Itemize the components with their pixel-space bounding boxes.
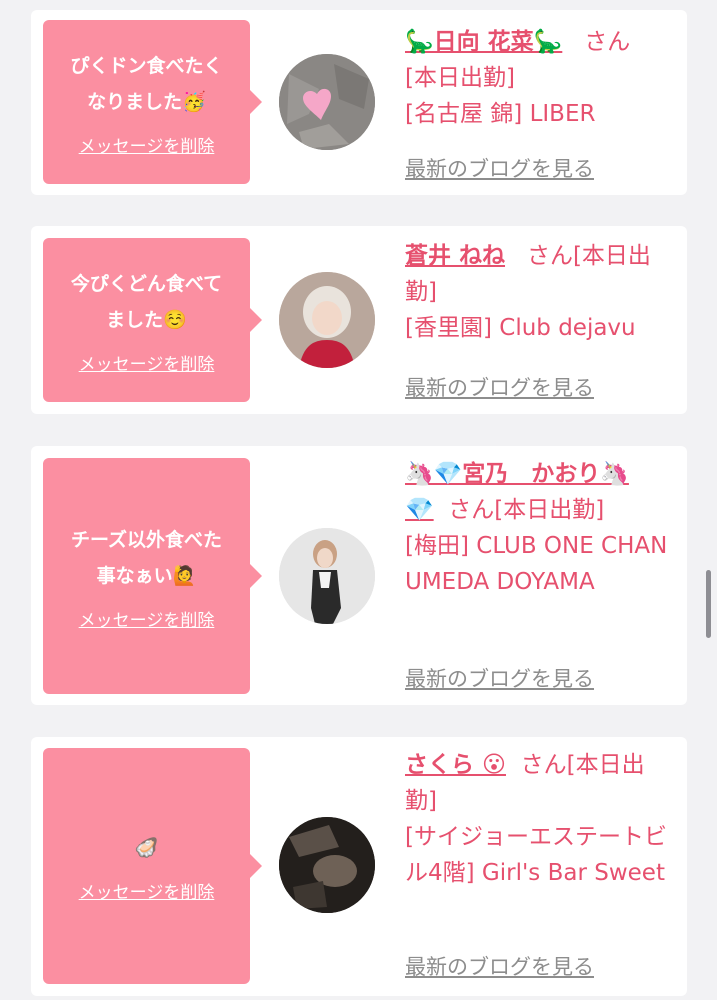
heart-icon bbox=[279, 54, 375, 150]
avatar[interactable] bbox=[279, 528, 375, 624]
view-blog-link[interactable]: 最新のブログを見る bbox=[405, 153, 594, 183]
photo-icon bbox=[279, 817, 375, 913]
delete-message-link[interactable]: メッセージを削除 bbox=[79, 606, 215, 631]
honorific: さん bbox=[526, 243, 573, 269]
cast-info: さくら 😮 さん[本日出勤] [サイジョーエステートビル4階] Girl's B… bbox=[405, 747, 675, 891]
message-text: 🦪 bbox=[134, 836, 159, 859]
delete-message-link[interactable]: メッセージを削除 bbox=[79, 350, 215, 375]
message-bubble: チーズ以外食べた 事なぁい🙋 メッセージを削除 bbox=[43, 458, 262, 694]
cast-name-link[interactable]: さくら 😮 bbox=[405, 752, 506, 778]
message-bubble: 今ぴくどん食べて ました☺️ メッセージを削除 bbox=[43, 238, 262, 402]
honorific: さん bbox=[584, 29, 631, 55]
portrait-icon bbox=[279, 272, 375, 368]
cast-info: 🦄💎宮乃 かおり🦄💎 さん[本日出勤] [梅田] CLUB ONE CHAN U… bbox=[405, 456, 675, 600]
cast-info: 🦕日向 花菜🦕 さん [本日出勤] [名古屋 錦] LIBER bbox=[405, 24, 675, 132]
view-blog-link[interactable]: 最新のブログを見る bbox=[405, 951, 594, 981]
attendance-status: [本日出勤] bbox=[494, 497, 605, 523]
honorific: さん bbox=[520, 752, 567, 778]
shop-name: [サイジョーエステートビル4階] Girl's Bar Sweet bbox=[405, 824, 667, 886]
shop-name: [梅田] CLUB ONE CHAN UMEDA DOYAMA bbox=[405, 533, 668, 595]
avatar[interactable] bbox=[279, 54, 375, 150]
delete-message-link[interactable]: メッセージを削除 bbox=[79, 132, 215, 157]
view-blog-link[interactable]: 最新のブログを見る bbox=[405, 372, 594, 402]
message-card: 今ぴくどん食べて ました☺️ メッセージを削除 蒼井 ねね さん[本日出勤] [… bbox=[31, 226, 687, 414]
message-text: ぴくドン食べたく なりました🥳 bbox=[70, 54, 223, 113]
portrait-icon bbox=[279, 528, 375, 624]
message-card: 🦪 メッセージを削除 さくら 😮 さん[本日出勤] [サイジョーエステートビル4… bbox=[31, 737, 687, 996]
message-text: 今ぴくどん食べて ました☺️ bbox=[70, 272, 223, 331]
cast-info: 蒼井 ねね さん[本日出勤] [香里園] Club dejavu bbox=[405, 238, 675, 346]
cast-name-link[interactable]: 蒼井 ねね bbox=[405, 243, 505, 269]
message-card: チーズ以外食べた 事なぁい🙋 メッセージを削除 🦄💎宮乃 かおり🦄💎 さん[本日… bbox=[31, 446, 687, 705]
message-card: ぴくドン食べたく なりました🥳 メッセージを削除 🦕日向 花菜🦕 さん [本日出… bbox=[31, 10, 687, 195]
message-bubble: ぴくドン食べたく なりました🥳 メッセージを削除 bbox=[43, 20, 262, 184]
scrollbar[interactable] bbox=[706, 570, 711, 638]
message-bubble: 🦪 メッセージを削除 bbox=[43, 748, 262, 984]
view-blog-link[interactable]: 最新のブログを見る bbox=[405, 663, 594, 693]
shop-name: [名古屋 錦] LIBER bbox=[405, 101, 596, 127]
shop-name: [香里園] Club dejavu bbox=[405, 315, 636, 341]
honorific: さん bbox=[448, 497, 495, 523]
cast-name-link[interactable]: 🦕日向 花菜🦕 bbox=[405, 29, 562, 55]
avatar[interactable] bbox=[279, 817, 375, 913]
attendance-status: [本日出勤] bbox=[405, 65, 515, 91]
message-text: チーズ以外食べた 事なぁい🙋 bbox=[70, 528, 223, 587]
delete-message-link[interactable]: メッセージを削除 bbox=[79, 878, 215, 903]
avatar[interactable] bbox=[279, 272, 375, 368]
